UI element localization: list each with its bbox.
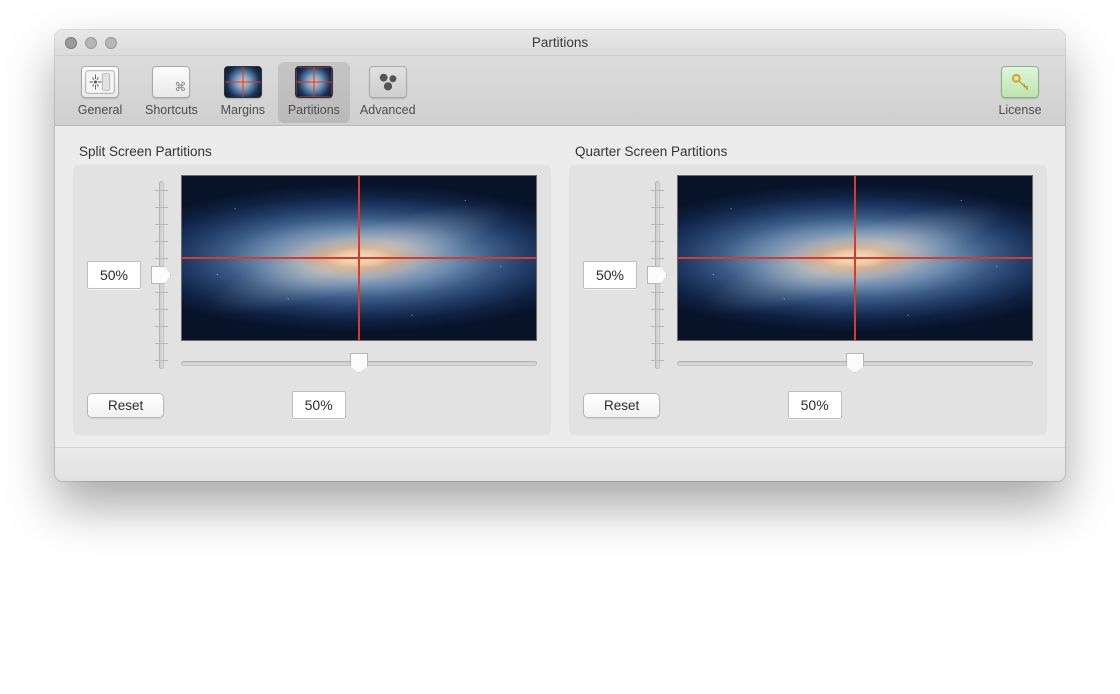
toolbar: General ⌘ Shortcuts Margins Partitions [55, 56, 1065, 126]
tab-label: Partitions [288, 103, 340, 117]
preferences-window: Partitions General ⌘ Shortcuts Margins [55, 30, 1065, 481]
zoom-button[interactable] [105, 37, 117, 49]
close-button[interactable] [65, 37, 77, 49]
slider-thumb[interactable] [350, 353, 368, 373]
shortcuts-icon: ⌘ [152, 66, 190, 98]
quarter-horizontal-slider[interactable] [677, 351, 1033, 375]
quarter-reset-button[interactable]: Reset [583, 393, 660, 418]
slider-thumb[interactable] [846, 353, 864, 373]
partitions-icon [295, 66, 333, 98]
general-icon [81, 66, 119, 98]
quarter-vertical-slider[interactable] [645, 175, 669, 375]
slider-thumb[interactable] [151, 266, 171, 284]
tab-label: Advanced [360, 103, 416, 117]
split-vertical-value[interactable]: 50% [87, 261, 141, 289]
window-footer [55, 447, 1065, 481]
quarter-horizontal-value[interactable]: 50% [788, 391, 842, 419]
quarter-divider-v [854, 176, 856, 340]
traffic-lights [65, 37, 117, 49]
split-panel: Split Screen Partitions 50% [73, 144, 551, 435]
tab-label: General [78, 103, 122, 117]
quarter-panel: Quarter Screen Partitions 50% [569, 144, 1047, 435]
tab-advanced[interactable]: Advanced [350, 62, 426, 123]
license-icon [1001, 66, 1039, 98]
split-divider-v [358, 176, 360, 340]
tab-label: Shortcuts [145, 103, 198, 117]
margins-icon [224, 66, 262, 98]
split-preview [181, 175, 537, 341]
quarter-preview [677, 175, 1033, 341]
tab-label: Margins [221, 103, 265, 117]
quarter-vertical-value[interactable]: 50% [583, 261, 637, 289]
tab-license[interactable]: License [985, 62, 1055, 123]
content: Split Screen Partitions 50% [55, 126, 1065, 447]
split-horizontal-slider[interactable] [181, 351, 537, 375]
tab-general[interactable]: General [65, 62, 135, 123]
split-vertical-slider[interactable] [149, 175, 173, 375]
advanced-icon [369, 66, 407, 98]
split-reset-button[interactable]: Reset [87, 393, 164, 418]
tab-shortcuts[interactable]: ⌘ Shortcuts [135, 62, 208, 123]
tab-label: License [998, 103, 1041, 117]
tab-partitions[interactable]: Partitions [278, 62, 350, 123]
quarter-title: Quarter Screen Partitions [575, 144, 1047, 159]
window-title: Partitions [55, 35, 1065, 50]
tab-margins[interactable]: Margins [208, 62, 278, 123]
minimize-button[interactable] [85, 37, 97, 49]
slider-thumb[interactable] [647, 266, 667, 284]
titlebar: Partitions [55, 30, 1065, 56]
split-horizontal-value[interactable]: 50% [292, 391, 346, 419]
split-title: Split Screen Partitions [79, 144, 551, 159]
